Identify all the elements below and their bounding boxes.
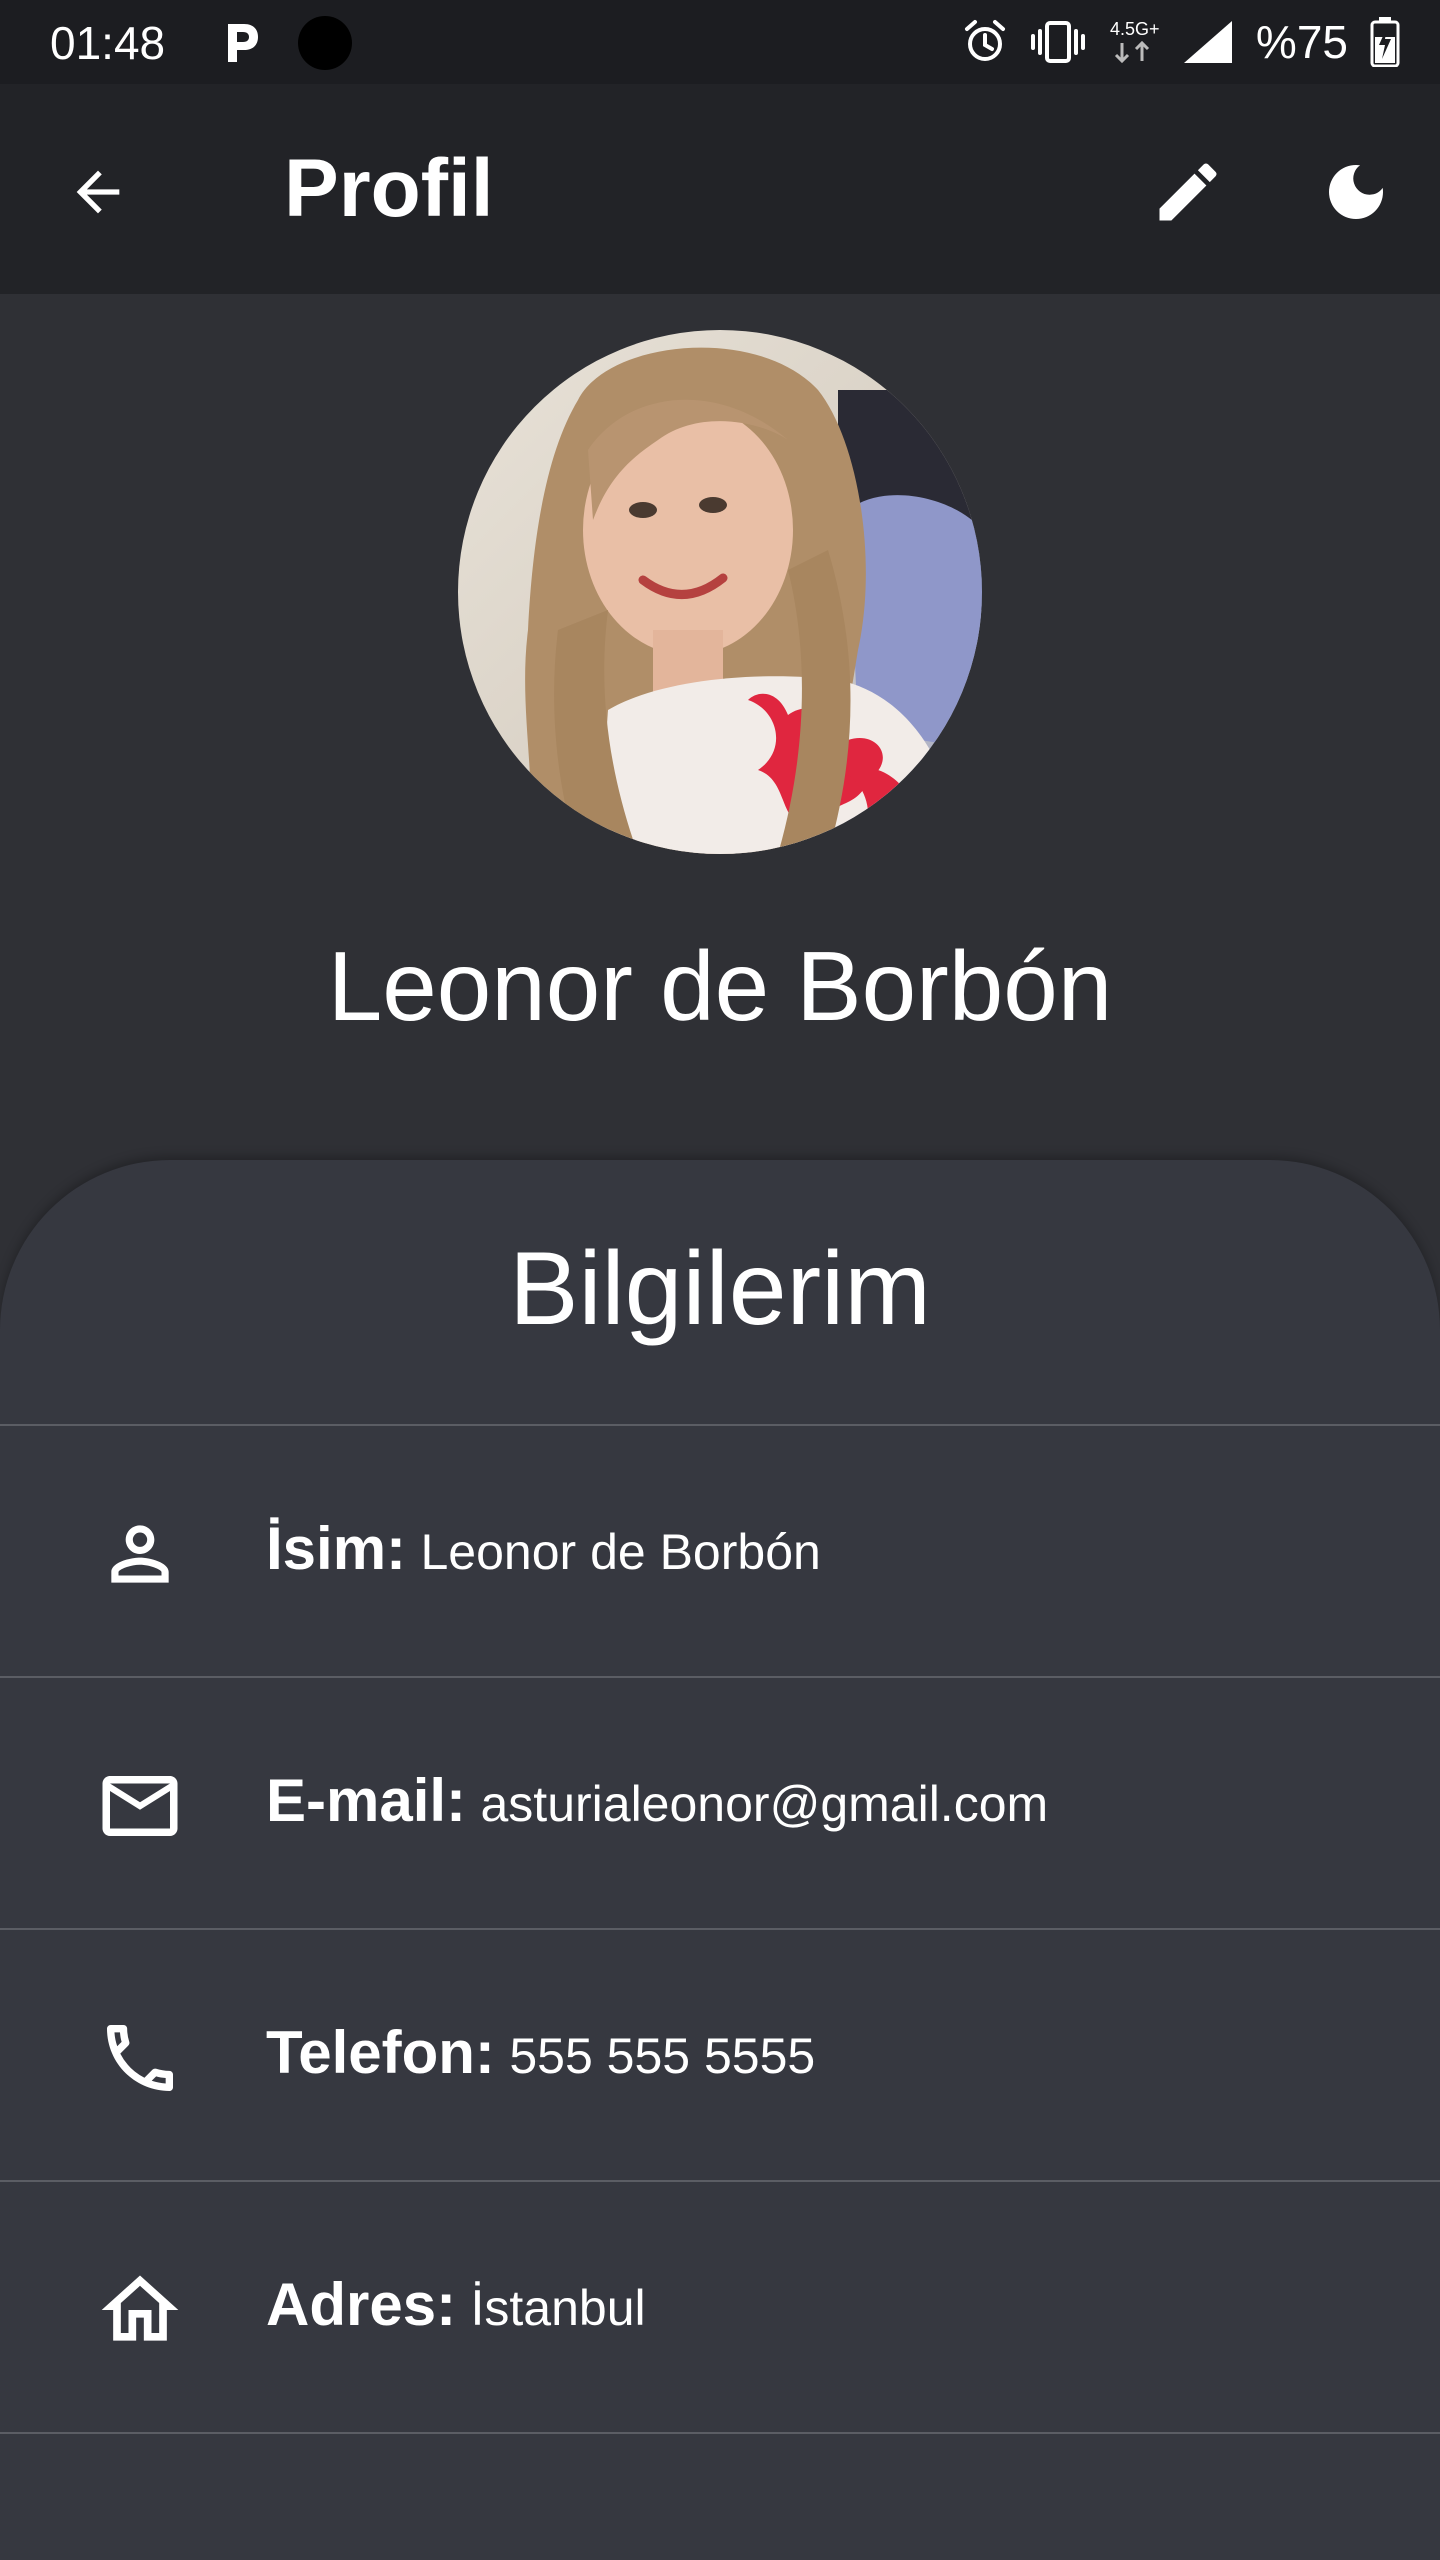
app-bar: Profil	[0, 84, 1440, 294]
edit-pencil-icon	[1159, 163, 1217, 221]
p-app-icon	[222, 20, 262, 66]
back-button[interactable]	[58, 152, 138, 232]
alarm-icon	[962, 19, 1008, 65]
battery-charging-icon	[1370, 17, 1400, 67]
info-card: Bilgilerim İsim: Leonor de Borbón E-mail…	[0, 1160, 1440, 2560]
status-time: 01:48	[50, 17, 166, 69]
network-label: 4.5G+	[1110, 19, 1160, 39]
info-label-phone: Telefon:	[266, 2019, 495, 2086]
info-value-phone: 555 555 5555	[509, 2028, 816, 2084]
phone-icon	[90, 2008, 190, 2108]
signal-icon	[1182, 19, 1234, 65]
info-row-email: E-mail: asturialeonor@gmail.com	[0, 1676, 1440, 1928]
info-value-address: İstanbul	[470, 2280, 646, 2336]
info-label-email: E-mail:	[266, 1767, 467, 1834]
edit-button[interactable]	[1148, 152, 1228, 232]
info-label-address: Adres:	[266, 2271, 457, 2338]
avatar	[458, 330, 982, 854]
info-row-phone: Telefon: 555 555 5555	[0, 1928, 1440, 2180]
profile-name: Leonor de Borbón	[327, 931, 1113, 1041]
status-icons: 4.5G+ %75	[962, 14, 1400, 70]
moon-icon	[1329, 165, 1383, 219]
network-icon: 4.5G+	[1108, 17, 1160, 67]
theme-toggle-button[interactable]	[1316, 152, 1396, 232]
camera-dot-icon	[298, 16, 352, 70]
info-row-address: Adres: İstanbul	[0, 2180, 1440, 2432]
info-value-email: asturialeonor@gmail.com	[480, 1776, 1049, 1832]
battery-percent: %75	[1255, 16, 1348, 68]
vibrate-icon	[1030, 19, 1086, 65]
mail-icon	[90, 1756, 190, 1856]
info-label-name: İsim:	[266, 1515, 407, 1582]
info-row-name: İsim: Leonor de Borbón	[0, 1424, 1440, 1676]
divider	[0, 2432, 1440, 2434]
status-bar: 01:48 4.5G+ %75	[0, 0, 1440, 84]
info-card-title: Bilgilerim	[509, 1231, 931, 1347]
person-icon	[90, 1504, 190, 1604]
back-arrow-icon	[76, 170, 120, 214]
page-title: Profil	[284, 143, 494, 234]
info-value-name: Leonor de Borbón	[420, 1524, 821, 1580]
home-icon	[90, 2260, 190, 2360]
